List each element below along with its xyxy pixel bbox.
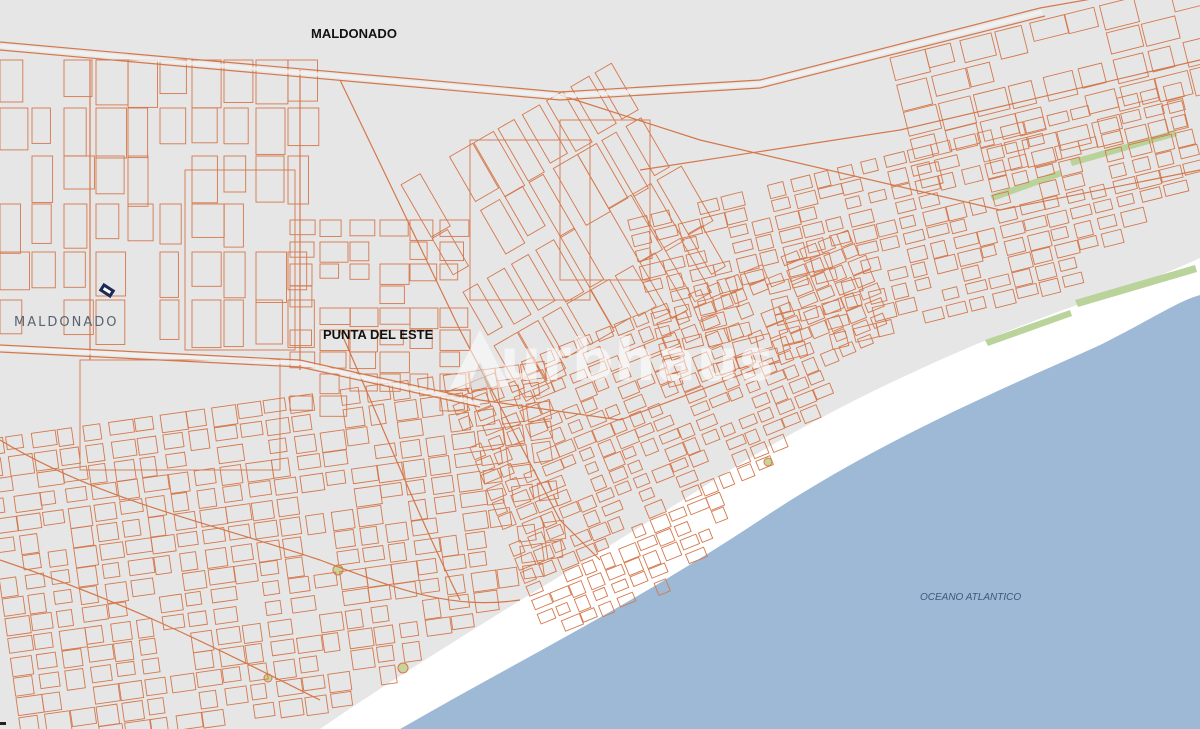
corner-artifact <box>0 722 6 725</box>
map-container[interactable]: MALDONADO MALDONADO PUNTA DEL ESTE OCEAN… <box>0 0 1200 729</box>
city-label-punta-del-este: PUNTA DEL ESTE <box>323 327 434 342</box>
watermark-text: urbhaus <box>500 326 775 394</box>
ocean-label: OCEANO ATLANTICO <box>920 592 1022 603</box>
city-label-maldonado-left: MALDONADO <box>14 315 119 330</box>
city-label-maldonado-top: MALDONADO <box>311 26 397 41</box>
